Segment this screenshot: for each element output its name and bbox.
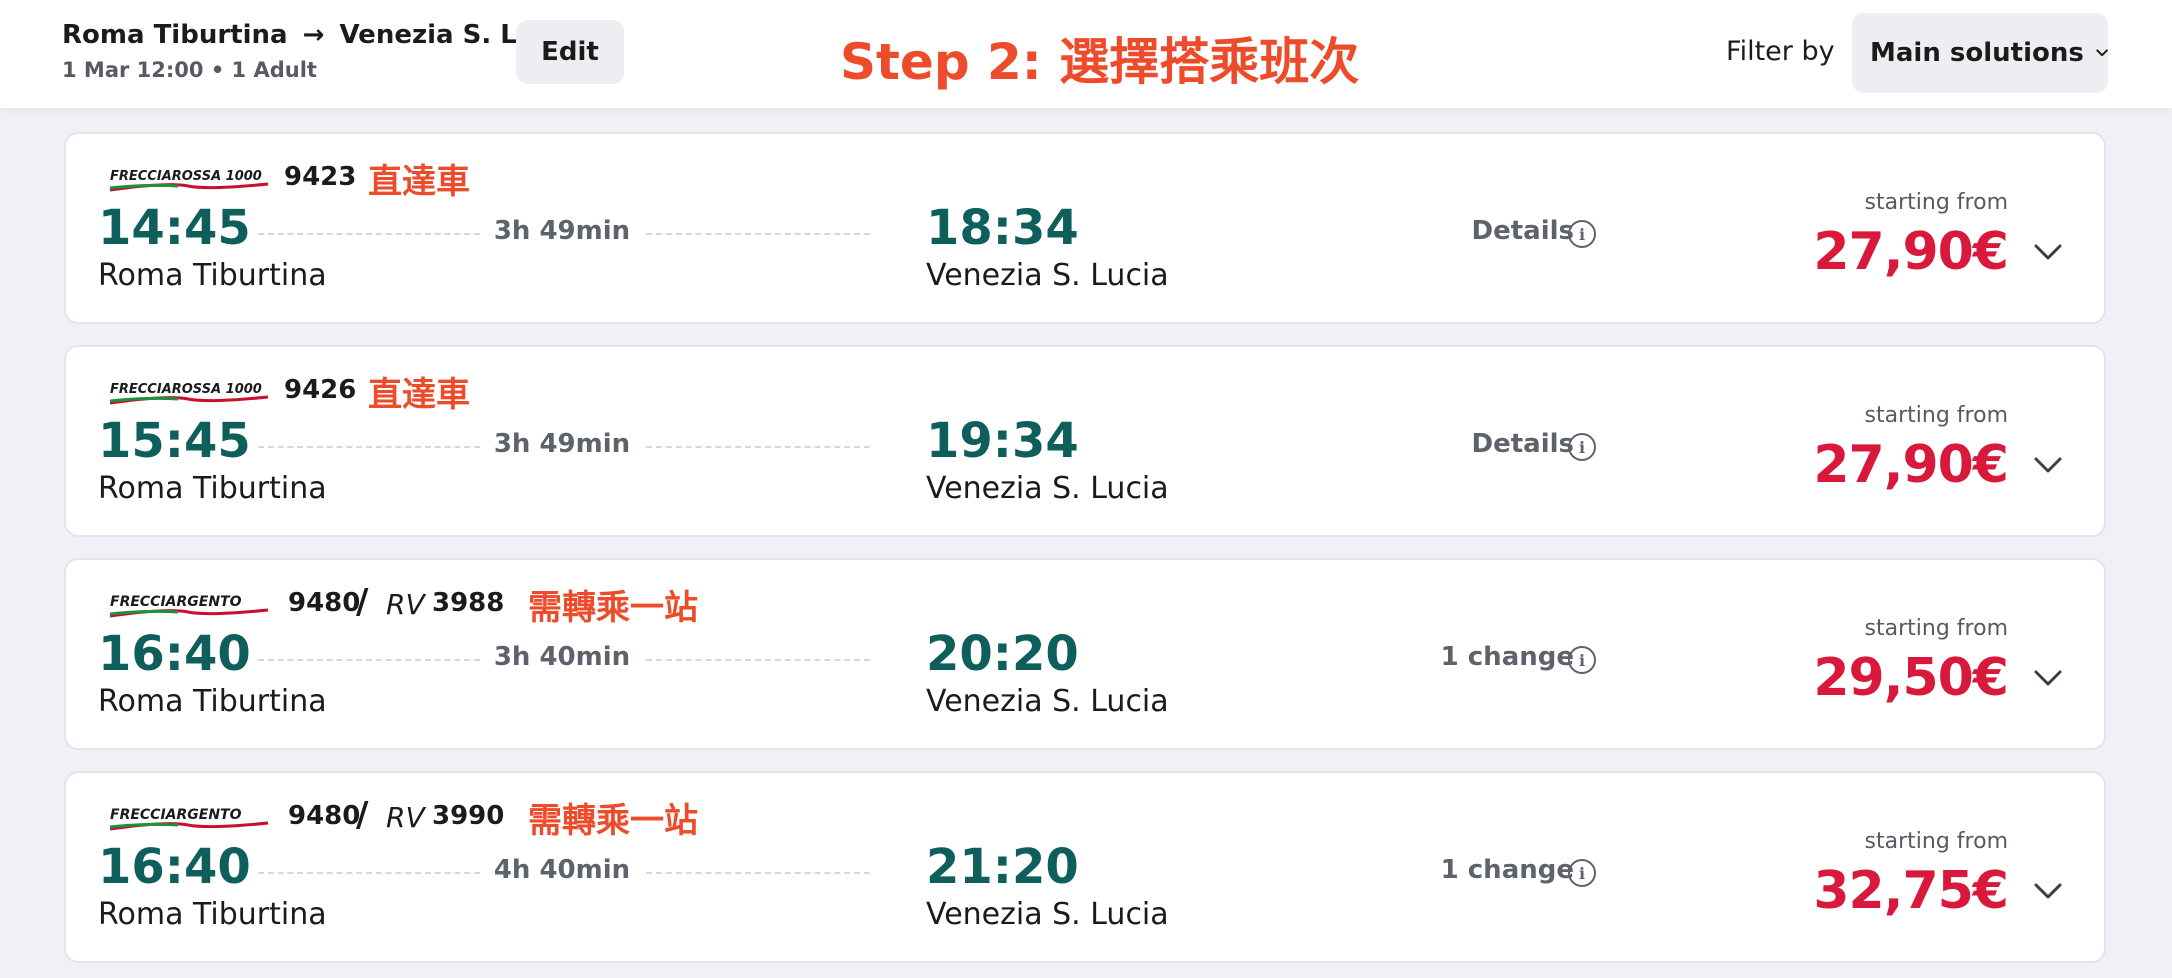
route-divider — [258, 659, 480, 661]
trip-duration: 3h 49min — [493, 429, 631, 459]
chevron-down-icon[interactable] — [2032, 881, 2064, 901]
trip-duration: 4h 40min — [493, 855, 631, 885]
departure-time: 14:45 — [98, 200, 251, 256]
route-divider — [258, 446, 480, 448]
info-icon[interactable]: i — [1568, 859, 1596, 887]
arrival-station: Venezia S. Lucia — [926, 897, 1169, 932]
search-summary-header: Roma Tiburtina → Venezia S. Lucia 1 Mar … — [0, 0, 2172, 108]
train-number: 9423 — [284, 162, 357, 192]
chevron-down-icon[interactable] — [2032, 242, 2064, 262]
price: 27,90€ — [1813, 435, 2009, 495]
arrival-station: Venezia S. Lucia — [926, 258, 1169, 293]
info-icon[interactable]: i — [1568, 646, 1596, 674]
svg-text:FRECCIAROSSA 1000: FRECCIAROSSA 1000 — [110, 169, 262, 184]
step-annotation-title: Step 2: 選擇搭乘班次 — [840, 33, 1360, 91]
filter-dropdown-value: Main solutions — [1870, 38, 2084, 68]
filter-dropdown[interactable]: Main solutions — [1852, 13, 2108, 93]
arrival-station: Venezia S. Lucia — [926, 684, 1169, 719]
chevron-down-icon[interactable] — [2032, 668, 2064, 688]
route-divider — [646, 659, 870, 661]
price: 29,50€ — [1813, 648, 2009, 708]
route-summary: Roma Tiburtina → Venezia S. Lucia — [62, 20, 577, 50]
price: 27,90€ — [1813, 222, 2009, 282]
details-link[interactable]: Details — [1472, 429, 1575, 459]
starting-from-label: starting from — [1864, 616, 2008, 641]
frecciarossa-logo: FRECCIAROSSA 1000 — [108, 164, 270, 194]
departure-time: 15:45 — [98, 413, 251, 469]
arrival-time: 18:34 — [926, 200, 1079, 256]
trip-duration: 3h 49min — [493, 216, 631, 246]
svg-text:FRECCIAROSSA 1000: FRECCIAROSSA 1000 — [110, 382, 262, 397]
departure-station: Roma Tiburtina — [98, 684, 327, 719]
arrow-right-icon: → — [302, 20, 325, 50]
departure-station: Roma Tiburtina — [98, 471, 327, 506]
departure-station: Roma Tiburtina — [98, 258, 327, 293]
trip-duration: 3h 40min — [493, 642, 631, 672]
train-number: 3988 — [432, 588, 505, 618]
starting-from-label: starting from — [1864, 829, 2008, 854]
train-number: 9426 — [284, 375, 357, 405]
frecciarossa-logo: FRECCIAROSSA 1000 — [108, 377, 270, 407]
arrival-time: 19:34 — [926, 413, 1079, 469]
search-datetime-passengers: 1 Mar 12:00 • 1 Adult — [62, 58, 317, 82]
route-divider — [646, 872, 870, 874]
train-separator: / — [356, 795, 369, 835]
chevron-down-icon — [2096, 49, 2108, 57]
train-number: 9480 — [288, 588, 361, 618]
route-divider — [258, 233, 480, 235]
solution-card[interactable]: FRECCIARGENTO 9480 / RV 3988 需轉乘一站 16:40… — [64, 558, 2106, 750]
price: 32,75€ — [1813, 861, 2009, 921]
annotation-note: 直達車 — [368, 162, 470, 202]
edit-search-button[interactable]: Edit — [516, 20, 624, 84]
frecciargento-logo: FRECCIARGENTO — [108, 590, 270, 620]
train-number: 9480 — [288, 801, 361, 831]
arrival-time: 21:20 — [926, 839, 1079, 895]
info-icon[interactable]: i — [1568, 220, 1596, 248]
changes-link[interactable]: 1 change — [1441, 855, 1574, 885]
frecciargento-logo: FRECCIARGENTO — [108, 803, 270, 833]
solution-card[interactable]: FRECCIAROSSA 1000 9426 直達車 15:45 Roma Ti… — [64, 345, 2106, 537]
regionale-veloce-logo: RV — [386, 801, 425, 834]
chevron-down-icon[interactable] — [2032, 455, 2064, 475]
annotation-note: 直達車 — [368, 375, 470, 415]
route-divider — [646, 233, 870, 235]
route-divider — [258, 872, 480, 874]
info-icon[interactable]: i — [1568, 433, 1596, 461]
starting-from-label: starting from — [1864, 403, 2008, 428]
solution-card[interactable]: FRECCIARGENTO 9480 / RV 3990 需轉乘一站 16:40… — [64, 771, 2106, 963]
route-divider — [646, 446, 870, 448]
origin-station: Roma Tiburtina — [62, 20, 288, 50]
changes-link[interactable]: 1 change — [1441, 642, 1574, 672]
filter-label: Filter by — [1726, 36, 1835, 67]
svg-text:FRECCIARGENTO: FRECCIARGENTO — [110, 807, 242, 823]
annotation-note: 需轉乘一站 — [528, 588, 698, 628]
departure-station: Roma Tiburtina — [98, 897, 327, 932]
svg-text:FRECCIARGENTO: FRECCIARGENTO — [110, 594, 242, 610]
arrival-station: Venezia S. Lucia — [926, 471, 1169, 506]
details-link[interactable]: Details — [1472, 216, 1575, 246]
annotation-note: 需轉乘一站 — [528, 801, 698, 841]
arrival-time: 20:20 — [926, 626, 1079, 682]
departure-time: 16:40 — [98, 626, 251, 682]
solution-card[interactable]: FRECCIAROSSA 1000 9423 直達車 14:45 Roma Ti… — [64, 132, 2106, 324]
train-separator: / — [356, 582, 369, 622]
starting-from-label: starting from — [1864, 190, 2008, 215]
train-number: 3990 — [432, 801, 505, 831]
departure-time: 16:40 — [98, 839, 251, 895]
regionale-veloce-logo: RV — [386, 588, 425, 621]
